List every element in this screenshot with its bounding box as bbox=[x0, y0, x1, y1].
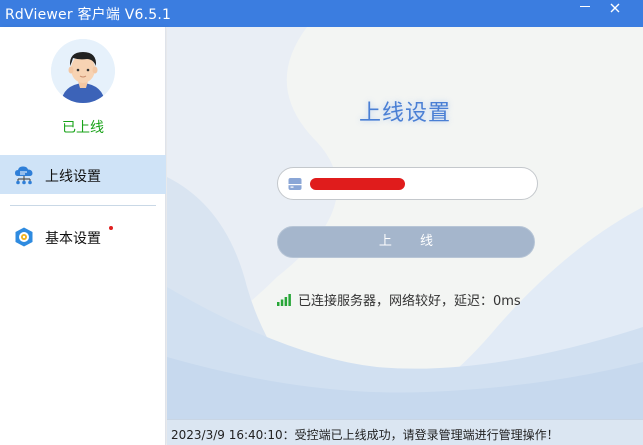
sidebar-divider bbox=[10, 205, 156, 206]
page-title: 上线设置 bbox=[358, 101, 451, 126]
server-address-input[interactable] bbox=[277, 167, 538, 200]
connection-status-text: 已连接服务器，网络较好，延迟：0ms bbox=[298, 294, 521, 309]
signal-strength-icon bbox=[277, 293, 291, 306]
settings-badge-icon bbox=[15, 227, 33, 247]
background-waves bbox=[167, 27, 643, 419]
status-message: 2023/3/9 16:40:10：受控端已上线成功，请登录管理端进行管理操作！ bbox=[171, 428, 559, 442]
connection-status: 已连接服务器，网络较好，延迟：0ms bbox=[277, 290, 521, 309]
minimize-icon bbox=[580, 5, 590, 8]
cloud-network-icon bbox=[15, 166, 33, 185]
go-online-button[interactable]: 上 线 bbox=[277, 226, 535, 258]
window-title: RdViewer 客户端 V6.5.1 bbox=[5, 7, 172, 23]
avatar bbox=[51, 39, 115, 103]
user-avatar-icon bbox=[51, 39, 115, 103]
status-bar: 2023/3/9 16:40:10：受控端已上线成功，请登录管理端进行管理操作！ bbox=[167, 419, 643, 445]
close-icon bbox=[610, 3, 620, 12]
main-panel: 上线设置 上 线 已连接服务器，网络较好，延迟：0ms bbox=[167, 27, 643, 419]
server-icon bbox=[288, 178, 302, 190]
close-button[interactable] bbox=[601, 0, 629, 27]
minimize-button[interactable] bbox=[571, 0, 599, 27]
sidebar-item-basic-settings[interactable]: 基本设置 bbox=[0, 217, 166, 256]
title-bar: RdViewer 客户端 V6.5.1 bbox=[0, 0, 643, 27]
online-status-label: 已上线 bbox=[62, 120, 104, 136]
sidebar: 已上线 上线设置 基本设置 bbox=[0, 27, 166, 445]
redacted-input-value bbox=[310, 178, 405, 190]
sidebar-item-label: 上线设置 bbox=[45, 169, 101, 185]
notification-dot bbox=[109, 226, 113, 230]
sidebar-item-online-settings[interactable]: 上线设置 bbox=[0, 155, 166, 194]
sidebar-item-label: 基本设置 bbox=[45, 231, 101, 247]
